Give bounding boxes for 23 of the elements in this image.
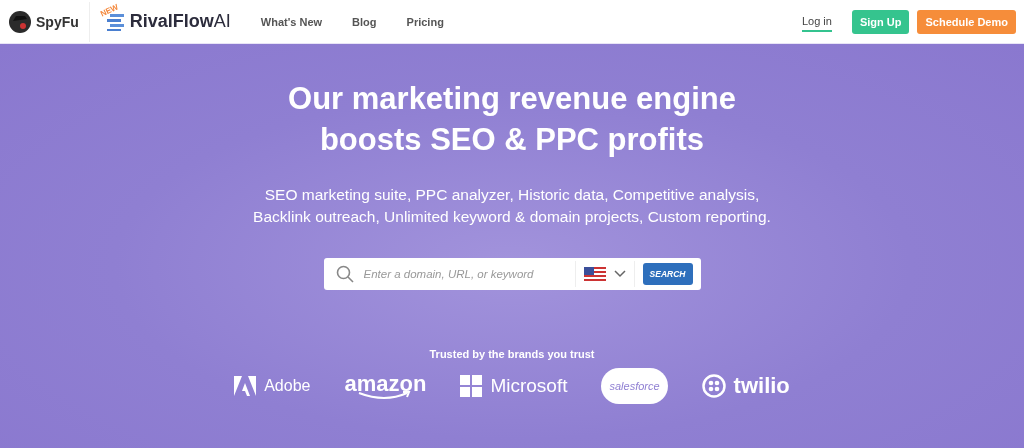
cloud-logo: salesforce xyxy=(601,368,668,404)
nav-link[interactable]: Blog xyxy=(352,15,377,28)
nav-link[interactable]: What's New xyxy=(260,15,323,28)
new-label: NEW xyxy=(98,2,120,19)
brand-name: Adobe xyxy=(264,377,311,395)
nav-link[interactable]: Pricing xyxy=(406,15,444,28)
search-button[interactable]: SEARCH xyxy=(642,263,693,285)
brand-name: Microsoft xyxy=(490,375,568,397)
four-squares-icon xyxy=(460,375,483,397)
product-name[interactable]: RivalFlowAI xyxy=(129,11,231,32)
circle-dots-icon xyxy=(701,374,726,398)
brands-caption: Trusted by the brands you trust xyxy=(429,348,595,360)
brand-name: amazon xyxy=(344,372,427,395)
search-icon xyxy=(335,265,354,283)
a-shape-icon xyxy=(234,376,257,396)
hero-subtitle: SEO marketing suite, PPC analyzer, Historic data, Competitive analysis, Backlink outreach, Unlimited keyword & domain projects, Custom reporting. xyxy=(252,185,772,227)
login-link[interactable]: Log in xyxy=(801,11,832,32)
logo-text[interactable]: SpyFu xyxy=(36,13,79,30)
hero-title: boosts SEO & PPC profits xyxy=(319,121,705,159)
hero-title: Our marketing revenue engine xyxy=(288,80,736,118)
chevron-down-icon[interactable] xyxy=(613,270,626,278)
flag-icon[interactable] xyxy=(583,266,606,282)
brand-name: twilio xyxy=(733,373,790,399)
